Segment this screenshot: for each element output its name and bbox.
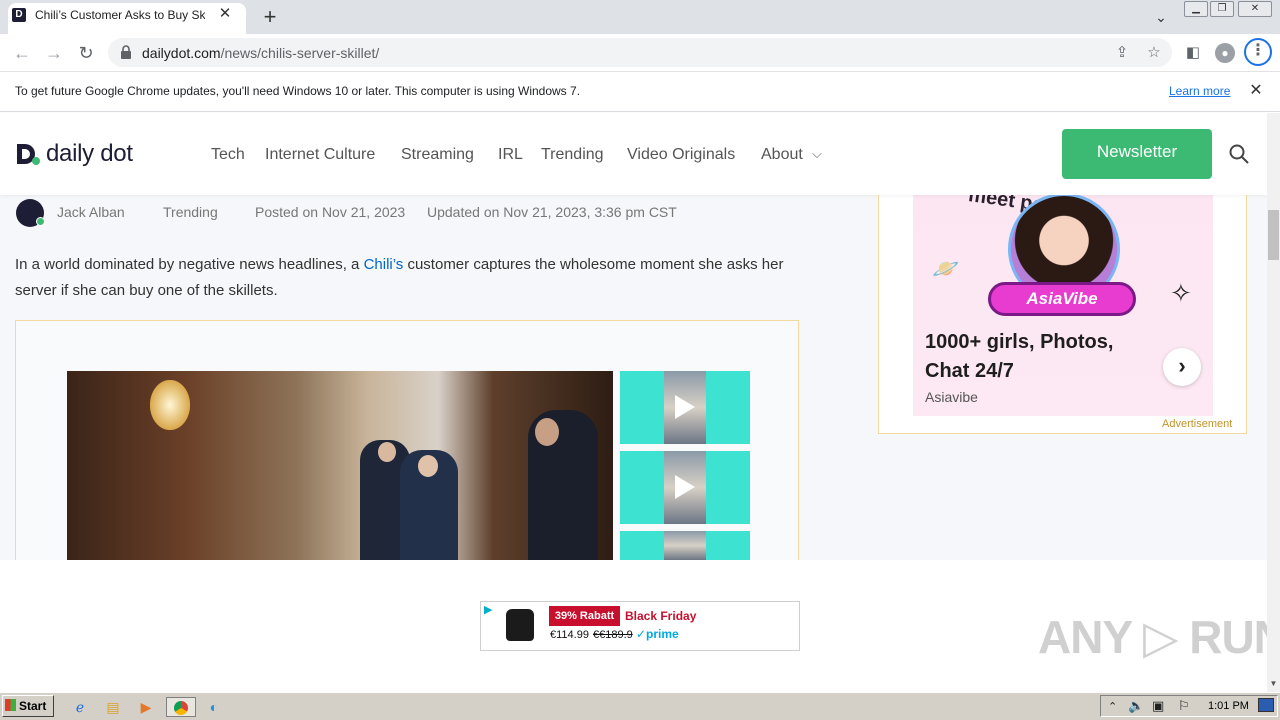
lede-text-start: In a world dominated by negative news he…: [15, 256, 364, 273]
price: €114.99: [550, 629, 589, 641]
side-panel-icon[interactable]: ◧: [1183, 43, 1203, 63]
chevron-right-icon[interactable]: ›: [1163, 348, 1201, 386]
media-player-icon[interactable]: ▶: [136, 697, 156, 717]
ad-brand-badge: AsiaVibe: [988, 282, 1136, 316]
ad-source: Asiavibe: [925, 389, 978, 405]
chrome-menu-icon[interactable]: ⋮: [1244, 38, 1272, 66]
anyrun-watermark: ANY ▷ RUN: [1038, 611, 1280, 663]
nav-about[interactable]: About: [761, 146, 803, 164]
lock-icon[interactable]: [120, 44, 132, 60]
thumbnail-image: [664, 531, 706, 560]
chevron-down-icon[interactable]: ⌵: [812, 146, 822, 162]
adchoices-icon[interactable]: ▶: [484, 603, 492, 616]
category-link[interactable]: Trending: [163, 204, 218, 220]
video-frame-figure: [418, 455, 438, 477]
windows-flag-icon: [5, 699, 16, 711]
minimize-icon[interactable]: ▁: [1184, 1, 1208, 17]
play-icon[interactable]: [675, 395, 695, 419]
article-lede: In a world dominated by negative news he…: [15, 252, 805, 304]
restore-icon[interactable]: ❐: [1210, 1, 1234, 17]
video-frame-figure: [378, 442, 396, 462]
url-text[interactable]: dailydot.com/news/chilis-server-skillet/: [142, 45, 379, 61]
nav-tech[interactable]: Tech: [211, 146, 245, 164]
url-host: dailydot.com: [142, 45, 221, 61]
show-desktop-icon[interactable]: [1258, 698, 1274, 712]
nav-trending[interactable]: Trending: [541, 146, 604, 164]
planet-doodle-icon: 🪐: [932, 256, 960, 281]
file-explorer-icon[interactable]: ▤: [103, 697, 123, 717]
nav-internet-culture[interactable]: Internet Culture: [265, 146, 375, 164]
infobar-message: To get future Google Chrome updates, you…: [15, 84, 581, 98]
tab-close-icon[interactable]: ✕: [216, 5, 234, 23]
edge-icon[interactable]: ◐: [204, 697, 224, 717]
nav-streaming[interactable]: Streaming: [401, 146, 474, 164]
product-image: [506, 609, 534, 641]
nav-irl[interactable]: IRL: [498, 146, 523, 164]
daily-dot-logo-icon[interactable]: [15, 142, 41, 166]
site-logo-text[interactable]: daily dot: [46, 140, 133, 168]
posted-date: Posted on Nov 21, 2023: [255, 204, 406, 220]
discount-badge: 39% Rabatt: [549, 606, 620, 626]
network-icon[interactable]: ▣: [1152, 698, 1164, 714]
dailydot-favicon-icon: D: [12, 8, 26, 22]
url-path: /news/chilis-server-skillet/: [220, 45, 380, 61]
tab-title: Chili’s Customer Asks to Buy Skillet A: [35, 8, 205, 22]
new-tab-button[interactable]: +: [258, 6, 282, 28]
forward-icon[interactable]: →: [42, 41, 66, 65]
page-scrollbar[interactable]: [1267, 113, 1280, 692]
nav-video-originals[interactable]: Video Originals: [627, 146, 735, 164]
tab-search-chevron-icon[interactable]: ⌄: [1150, 6, 1172, 28]
prime-logo: ✓prime: [636, 627, 679, 641]
chilis-link[interactable]: Chili’s: [364, 256, 404, 273]
learn-more-link[interactable]: Learn more: [1169, 84, 1230, 98]
avatar-status-dot: [36, 217, 45, 226]
close-window-icon[interactable]: ✕: [1238, 1, 1272, 17]
taskbar-clock[interactable]: 1:01 PM: [1208, 700, 1249, 712]
volume-icon[interactable]: 🔈: [1128, 698, 1144, 714]
internet-explorer-icon[interactable]: ℯ: [70, 697, 90, 717]
sparkle-icon: ✧: [1170, 278, 1192, 308]
profile-avatar-icon[interactable]: ●: [1215, 43, 1235, 63]
reload-icon[interactable]: ↻: [74, 41, 98, 65]
search-icon[interactable]: [1228, 143, 1250, 165]
action-center-flag-icon[interactable]: ⚐: [1178, 698, 1190, 714]
advertisement-label: Advertisement: [1162, 418, 1233, 430]
tray-expand-icon[interactable]: ⌃: [1108, 700, 1117, 713]
bookmark-star-icon[interactable]: ☆: [1144, 43, 1164, 63]
scroll-down-arrow-icon[interactable]: ▼: [1267, 677, 1280, 691]
infobar-close-icon[interactable]: ✕: [1247, 82, 1265, 100]
newsletter-button[interactable]: Newsletter: [1062, 129, 1212, 179]
scrollbar-thumb[interactable]: [1268, 210, 1279, 260]
chrome-taskbar-icon[interactable]: [166, 697, 196, 717]
author-link[interactable]: Jack Alban: [57, 204, 125, 220]
updated-date: Updated on Nov 21, 2023, 3:36 pm CST: [427, 204, 677, 220]
video-frame-figure: [535, 418, 559, 446]
share-icon[interactable]: ⇪: [1112, 43, 1132, 63]
promo-label: Black Friday: [625, 609, 697, 623]
play-icon[interactable]: [675, 475, 695, 499]
old-price: €€189.9: [593, 629, 633, 641]
back-icon[interactable]: ←: [10, 41, 34, 65]
video-frame-lamp: [150, 380, 190, 430]
ad-headline[interactable]: 1000+ girls, Photos, Chat 24/7: [925, 328, 1135, 386]
